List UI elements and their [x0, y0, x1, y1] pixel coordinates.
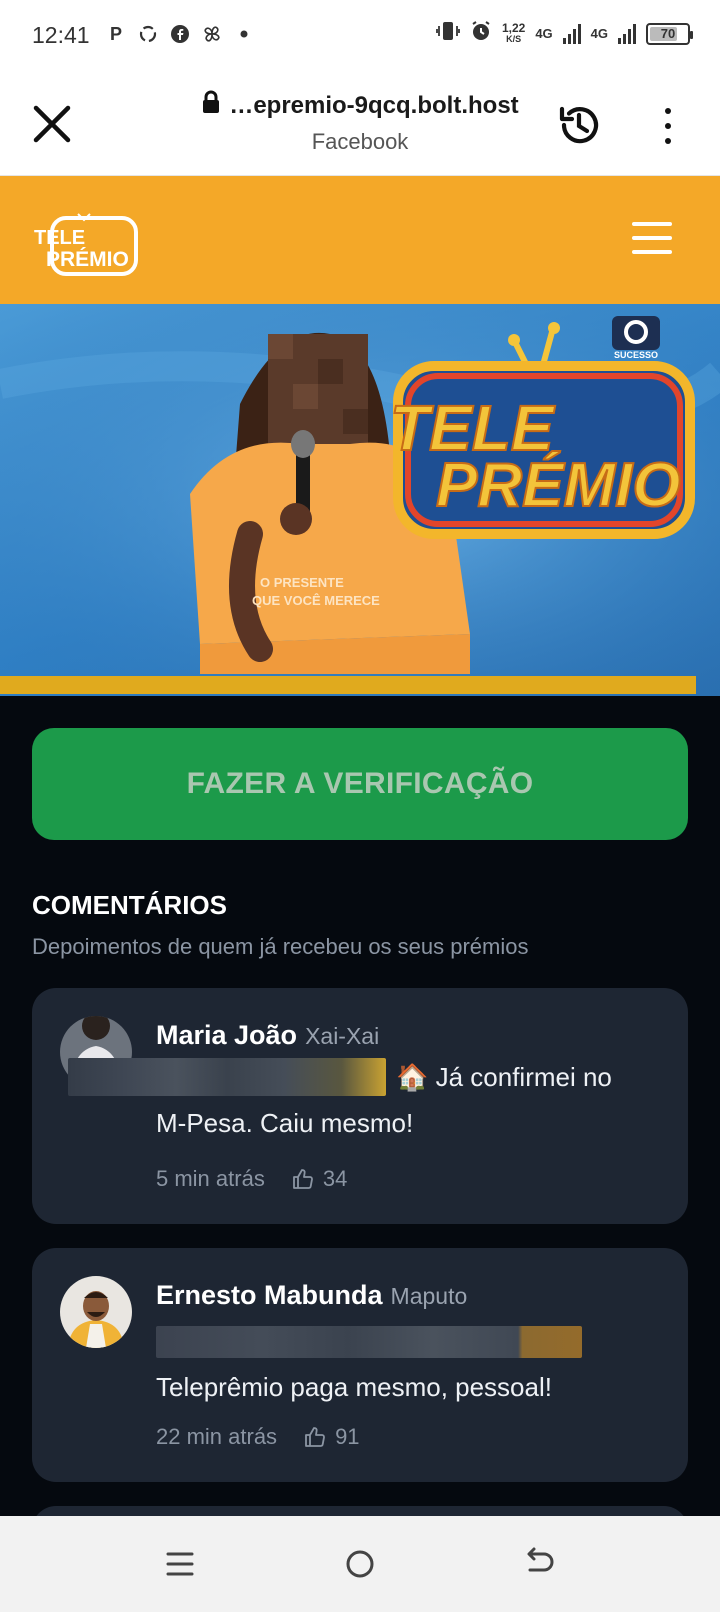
network-speed: 1,22 K/S — [501, 20, 526, 44]
system-icons: 1,22 K/S 4G 4G 70 — [436, 20, 693, 47]
more-options-button[interactable] — [654, 108, 682, 144]
hamburger-menu-button[interactable] — [632, 222, 672, 254]
signal-icon — [618, 23, 636, 44]
dot-icon — [665, 138, 671, 144]
logo-line2: PRÉMIO — [46, 248, 129, 271]
network-type-2: 4G — [590, 26, 608, 41]
redacted-text — [156, 1326, 582, 1358]
redacted-text — [68, 1058, 386, 1096]
comment-card: Ernesto Mabunda Maputo Teleprêmio paga me… — [32, 1248, 688, 1482]
author-name: Ernesto Mabunda — [156, 1280, 383, 1310]
close-icon — [33, 105, 71, 143]
shirt-text-2: QUE VOCÊ MERECE — [252, 593, 380, 608]
tv-sign-line2: PRÉMIO — [436, 451, 681, 520]
back-icon — [527, 1547, 554, 1572]
notification-icons: P — [106, 24, 254, 44]
url-text: …epremio-9qcq.bolt.host — [229, 91, 519, 119]
comment-text: M-Pesa. Caiu mesmo! — [156, 1108, 414, 1138]
dot-icon — [665, 123, 671, 129]
back-button[interactable] — [518, 1542, 562, 1586]
comment-text: 🏠 Já confirmei no — [396, 1062, 612, 1092]
close-button[interactable] — [30, 102, 74, 146]
dot-icon — [234, 24, 254, 44]
channel-badge-label: SUCESSO — [614, 350, 658, 360]
comment-card: Maria João Xai-Xai 🏠 Já confirmei no M-Pe… — [32, 988, 688, 1224]
battery-level: 70 — [660, 26, 676, 41]
source-app-label: Facebook — [311, 129, 409, 154]
dot-icon — [665, 108, 671, 114]
thumbs-up-icon — [305, 1427, 325, 1447]
comment-meta: 22 min atrás 91 — [156, 1424, 360, 1450]
comment-author: Ernesto Mabunda Maputo — [156, 1280, 467, 1311]
author-location: Xai-Xai — [305, 1023, 380, 1049]
signal-icon — [562, 23, 581, 44]
browser-toolbar: …epremio-9qcq.bolt.host Facebook — [0, 72, 720, 176]
avatar — [60, 1276, 132, 1348]
battery-icon: 70 — [646, 22, 693, 45]
like-button[interactable]: 34 — [291, 1166, 347, 1192]
p-app-icon: P — [109, 24, 122, 44]
hero-banner: O PRESENTE QUE VOCÊ MERECE TELE PRÉMIO S… — [0, 304, 720, 696]
history-button[interactable] — [554, 100, 604, 150]
like-count: 34 — [322, 1166, 348, 1191]
site-header: TELE PRÉMIO — [0, 176, 720, 304]
like-button[interactable]: 91 — [303, 1424, 360, 1450]
status-bar: 12:41 P 1,22 K/S 4G 4G 70 — [0, 0, 720, 72]
menu-icon — [166, 1552, 194, 1576]
author-location: Maputo — [390, 1283, 468, 1309]
sync-icon — [138, 24, 158, 44]
verify-button[interactable]: FAZER A VERIFICAÇÃO — [32, 728, 688, 840]
comment-meta: 5 min atrás 34 — [156, 1166, 347, 1192]
facebook-icon — [170, 24, 190, 44]
logo-line1: TELE — [34, 227, 85, 249]
comment-text: Teleprêmio paga mesmo, pessoal! — [156, 1372, 552, 1402]
like-count: 91 — [335, 1424, 360, 1449]
alarm-icon — [470, 20, 492, 47]
pinwheel-icon — [202, 24, 222, 44]
system-navigation-bar — [0, 1516, 720, 1612]
comments-title: COMENTÁRIOS — [32, 890, 227, 920]
comment-time: 5 min atrás — [156, 1166, 265, 1191]
hero-image: O PRESENTE QUE VOCÊ MERECE TELE PRÉMIO S… — [0, 304, 720, 696]
circle-icon — [346, 1550, 374, 1578]
thumbs-up-icon — [292, 1169, 313, 1189]
address-area[interactable]: …epremio-9qcq.bolt.host Facebook — [180, 90, 540, 155]
history-icon — [559, 106, 599, 144]
recent-apps-button[interactable] — [158, 1542, 202, 1586]
teleprémio-logo[interactable]: TELE PRÉMIO — [32, 204, 144, 278]
hero-accent-bar — [0, 676, 696, 694]
comment-time: 22 min atrás — [156, 1424, 278, 1449]
network-type-1: 4G — [535, 26, 553, 41]
home-button[interactable] — [338, 1542, 382, 1586]
author-name: Maria João — [156, 1020, 298, 1050]
shirt-text-1: O PRESENTE — [260, 575, 344, 590]
comments-subtitle: Depoimentos de quem já recebeu os seus p… — [32, 934, 529, 959]
comment-author: Maria João Xai-Xai — [156, 1020, 379, 1051]
lock-icon — [201, 90, 221, 121]
status-time: 12:41 — [32, 22, 90, 48]
vibrate-icon — [436, 20, 460, 47]
